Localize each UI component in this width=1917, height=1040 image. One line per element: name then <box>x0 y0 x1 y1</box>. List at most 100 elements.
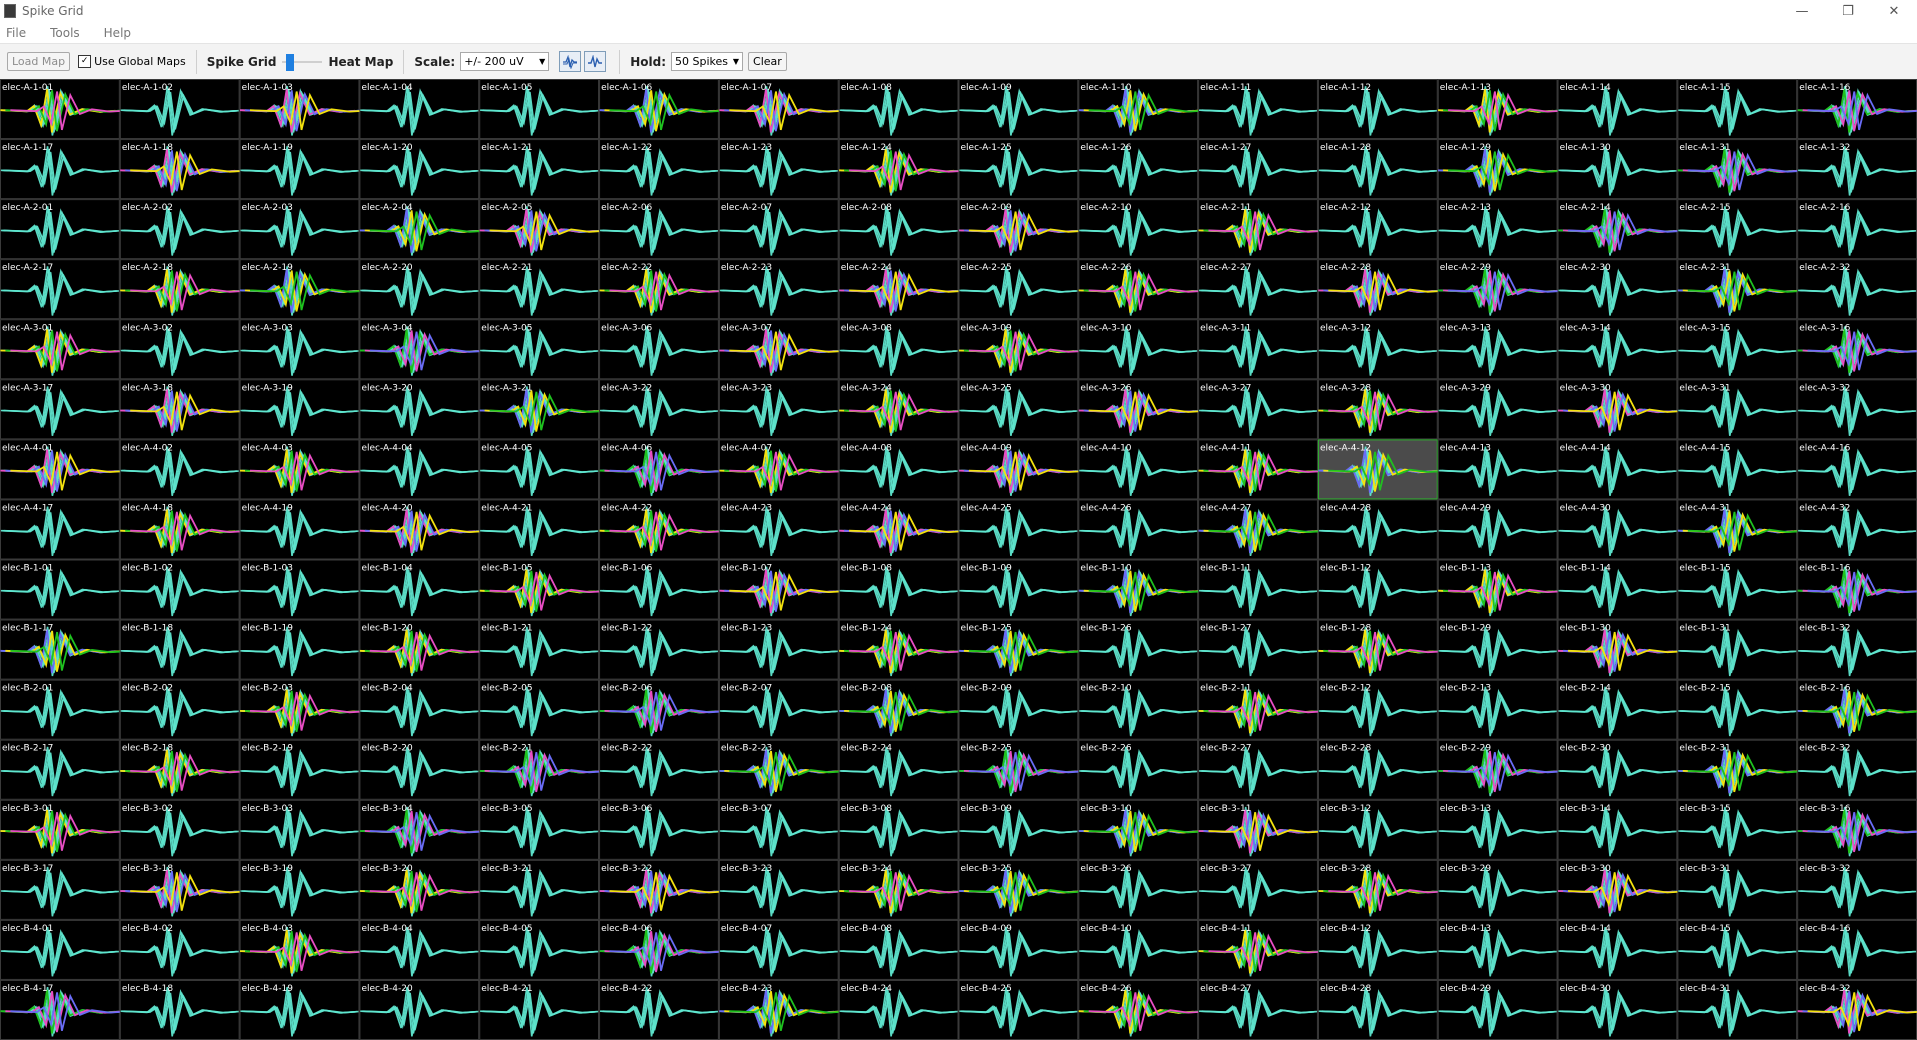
electrode-cell[interactable]: elec-A-3-01 <box>0 319 126 380</box>
electrode-cell[interactable]: elec-B-2-05 <box>479 679 600 740</box>
electrode-cell[interactable]: elec-A-4-10 <box>1078 439 1199 500</box>
electrode-cell[interactable]: elec-A-1-04 <box>359 79 480 140</box>
electrode-cell[interactable]: elec-B-4-06 <box>599 919 725 980</box>
electrode-cell[interactable]: elec-A-1-21 <box>479 139 600 200</box>
electrode-cell[interactable]: elec-A-2-27 <box>1198 259 1318 320</box>
electrode-cell[interactable]: elec-A-2-10 <box>1078 199 1199 260</box>
electrode-cell[interactable]: elec-A-3-32 <box>1797 379 1917 440</box>
electrode-cell[interactable]: elec-B-3-30 <box>1557 859 1684 920</box>
electrode-cell[interactable]: elec-A-2-30 <box>1557 259 1678 320</box>
electrode-cell[interactable]: elec-B-3-06 <box>599 799 719 860</box>
electrode-cell[interactable]: elec-A-2-19 <box>239 259 366 320</box>
electrode-cell[interactable]: elec-B-3-32 <box>1797 859 1917 920</box>
electrode-cell[interactable]: elec-B-1-18 <box>119 619 240 680</box>
close-button[interactable]: ✕ <box>1871 0 1917 22</box>
electrode-cell[interactable]: elec-A-1-02 <box>119 79 240 140</box>
electrode-cell[interactable]: elec-B-2-27 <box>1198 739 1318 800</box>
electrode-cell[interactable]: elec-A-4-09 <box>958 439 1084 500</box>
use-global-maps-checkbox[interactable]: ✓ Use Global Maps <box>78 55 186 68</box>
electrode-cell[interactable]: elec-A-3-18 <box>119 379 246 440</box>
electrode-cell[interactable]: elec-A-2-05 <box>479 199 605 260</box>
electrode-cell[interactable]: elec-B-4-22 <box>599 979 719 1040</box>
electrode-cell[interactable]: elec-A-4-05 <box>479 439 600 500</box>
electrode-cell[interactable]: elec-B-4-23 <box>718 979 845 1040</box>
electrode-cell[interactable]: elec-A-1-05 <box>479 79 600 140</box>
electrode-cell[interactable]: elec-B-3-01 <box>0 799 126 860</box>
electrode-cell[interactable]: elec-B-2-17 <box>0 739 120 800</box>
electrode-cell[interactable]: elec-A-4-02 <box>119 439 240 500</box>
electrode-cell[interactable]: elec-A-1-28 <box>1317 139 1438 200</box>
electrode-cell[interactable]: elec-B-4-13 <box>1437 919 1558 980</box>
electrode-cell[interactable]: elec-A-4-18 <box>119 499 246 560</box>
electrode-cell[interactable]: elec-A-2-23 <box>718 259 839 320</box>
electrode-cell[interactable]: elec-A-4-26 <box>1078 499 1199 560</box>
electrode-cell[interactable]: elec-A-2-24 <box>838 259 965 320</box>
electrode-cell[interactable]: elec-A-1-13 <box>1437 79 1564 140</box>
electrode-cell[interactable]: elec-A-1-03 <box>239 79 366 140</box>
load-map-button[interactable]: Load Map <box>7 52 71 71</box>
electrode-cell[interactable]: elec-B-4-15 <box>1677 919 1798 980</box>
electrode-cell[interactable]: elec-B-2-24 <box>838 739 959 800</box>
electrode-cell[interactable]: elec-A-4-01 <box>0 439 126 500</box>
electrode-cell[interactable]: elec-A-3-09 <box>958 319 1084 380</box>
electrode-cell[interactable]: elec-B-4-24 <box>838 979 959 1040</box>
electrode-cell[interactable]: elec-A-4-27 <box>1198 499 1324 560</box>
electrode-cell[interactable]: elec-B-4-01 <box>0 919 120 980</box>
restore-button[interactable]: ❐ <box>1825 0 1871 22</box>
electrode-cell[interactable]: elec-B-3-23 <box>718 859 839 920</box>
electrode-cell[interactable]: elec-B-1-16 <box>1797 559 1917 620</box>
electrode-cell[interactable]: elec-A-3-15 <box>1677 319 1798 380</box>
electrode-cell[interactable]: elec-A-2-20 <box>359 259 480 320</box>
electrode-cell[interactable]: elec-A-1-07 <box>718 79 845 140</box>
electrode-cell[interactable]: elec-B-1-20 <box>359 619 485 680</box>
electrode-cell[interactable]: elec-A-3-23 <box>718 379 839 440</box>
electrode-cell[interactable]: elec-A-4-12 <box>1317 439 1444 500</box>
electrode-cell[interactable]: elec-B-1-31 <box>1677 619 1798 680</box>
electrode-cell[interactable]: elec-A-2-18 <box>119 259 246 320</box>
electrode-cell[interactable]: elec-A-4-07 <box>718 439 845 500</box>
electrode-cell[interactable]: elec-B-4-08 <box>838 919 959 980</box>
electrode-cell[interactable]: elec-B-2-10 <box>1078 679 1199 740</box>
electrode-cell[interactable]: elec-B-4-28 <box>1317 979 1438 1040</box>
electrode-cell[interactable]: elec-B-4-30 <box>1557 979 1678 1040</box>
scale-select[interactable]: +/- 200 uV ▼ <box>460 52 550 71</box>
electrode-cell[interactable]: elec-A-2-11 <box>1198 199 1324 260</box>
electrode-cell[interactable]: elec-A-4-25 <box>958 499 1079 560</box>
electrode-cell[interactable]: elec-B-1-12 <box>1317 559 1438 620</box>
electrode-cell[interactable]: elec-B-3-27 <box>1198 859 1318 920</box>
electrode-cell[interactable]: elec-A-1-18 <box>119 139 246 200</box>
electrode-cell[interactable]: elec-B-3-19 <box>239 859 360 920</box>
electrode-cell[interactable]: elec-B-4-04 <box>359 919 480 980</box>
electrode-cell[interactable]: elec-B-1-09 <box>958 559 1079 620</box>
electrode-cell[interactable]: elec-B-3-04 <box>359 799 485 860</box>
electrode-cell[interactable]: elec-B-2-06 <box>599 679 725 740</box>
electrode-cell[interactable]: elec-B-4-09 <box>958 919 1079 980</box>
electrode-cell[interactable]: elec-A-3-27 <box>1198 379 1318 440</box>
electrode-cell[interactable]: elec-A-3-31 <box>1677 379 1798 440</box>
electrode-cell[interactable]: elec-A-2-09 <box>958 199 1084 260</box>
electrode-cell[interactable]: elec-A-3-13 <box>1437 319 1558 380</box>
electrode-cell[interactable]: elec-B-1-08 <box>838 559 959 620</box>
electrode-cell[interactable]: elec-A-3-12 <box>1317 319 1438 380</box>
electrode-cell[interactable]: elec-B-2-20 <box>359 739 480 800</box>
electrode-cell[interactable]: elec-B-3-29 <box>1437 859 1558 920</box>
electrode-cell[interactable]: elec-B-1-11 <box>1198 559 1318 620</box>
electrode-cell[interactable]: elec-A-2-14 <box>1557 199 1684 260</box>
electrode-cell[interactable]: elec-B-1-19 <box>239 619 360 680</box>
electrode-cell[interactable]: elec-A-4-15 <box>1677 439 1798 500</box>
electrode-cell[interactable]: elec-B-3-10 <box>1078 799 1204 860</box>
electrode-cell[interactable]: elec-A-2-02 <box>119 199 240 260</box>
view-mode-toggle[interactable] <box>282 52 323 72</box>
electrode-cell[interactable]: elec-A-4-14 <box>1557 439 1678 500</box>
electrode-cell[interactable]: elec-A-2-22 <box>599 259 725 320</box>
electrode-cell[interactable]: elec-B-4-19 <box>239 979 360 1040</box>
electrode-cell[interactable]: elec-A-2-08 <box>838 199 959 260</box>
electrode-cell[interactable]: elec-A-3-05 <box>479 319 600 380</box>
electrode-cell[interactable]: elec-A-2-04 <box>359 199 485 260</box>
electrode-cell[interactable]: elec-B-1-15 <box>1677 559 1798 620</box>
electrode-cell[interactable]: elec-A-4-28 <box>1317 499 1438 560</box>
electrode-cell[interactable]: elec-B-1-24 <box>838 619 965 680</box>
electrode-cell[interactable]: elec-B-1-32 <box>1797 619 1917 680</box>
electrode-cell[interactable]: elec-B-1-06 <box>599 559 719 620</box>
electrode-cell[interactable]: elec-A-2-25 <box>958 259 1079 320</box>
